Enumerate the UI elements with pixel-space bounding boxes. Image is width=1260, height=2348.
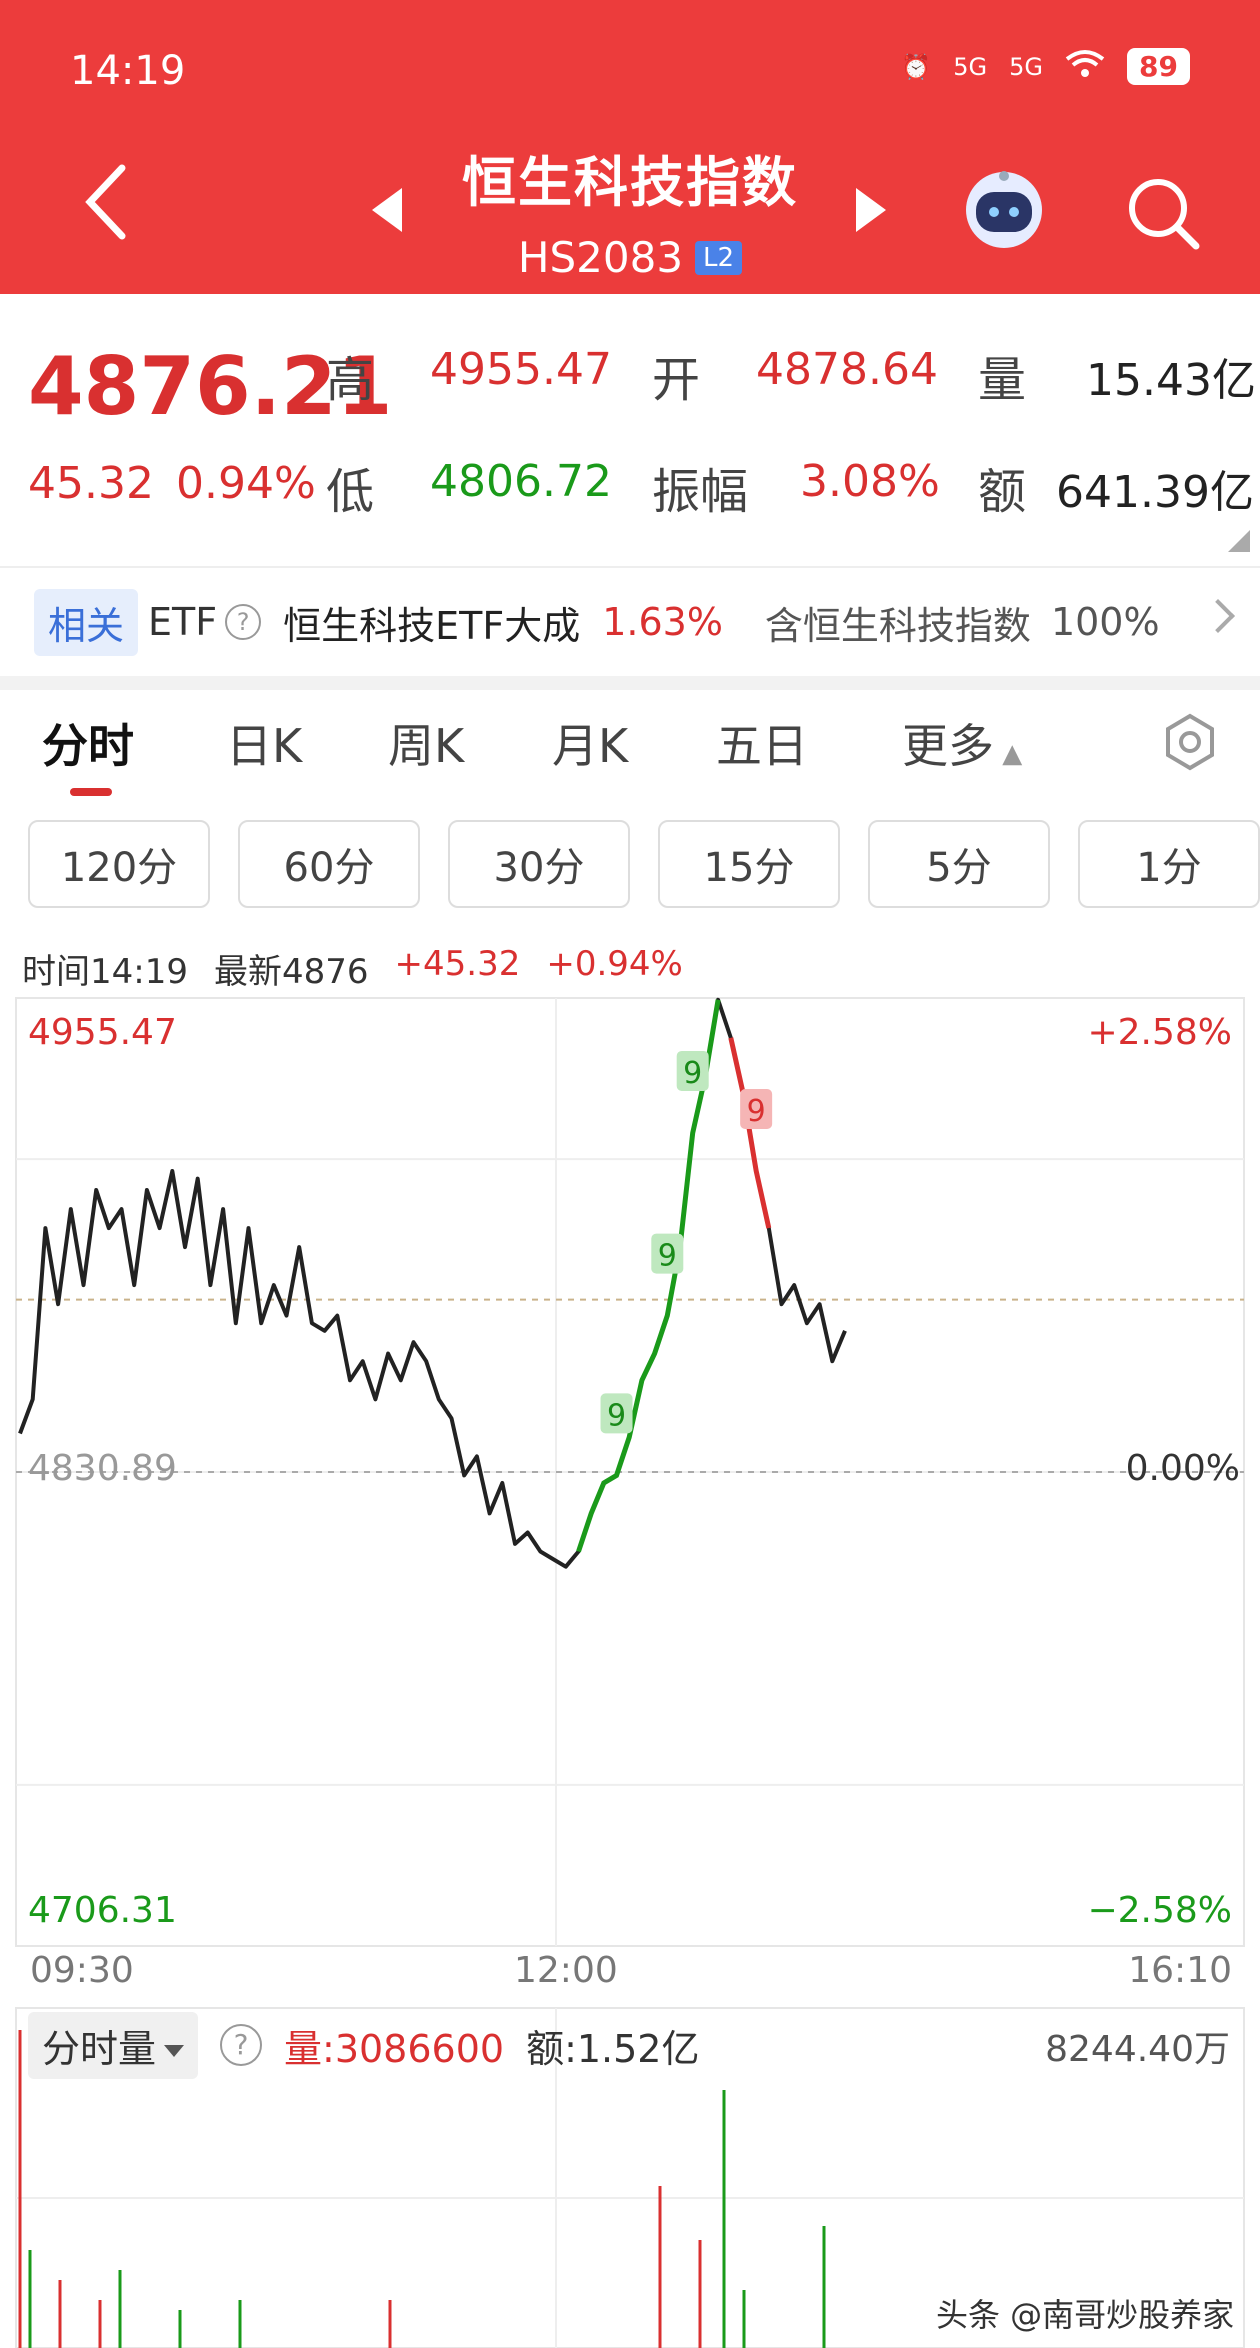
downtrend-segment: [728, 1037, 772, 1229]
chart-base-pct: 0.00%: [1125, 1448, 1240, 1489]
signal-markers: 9 9 9 9: [600, 1050, 773, 1434]
chart-top-price: 4955.47: [28, 1012, 177, 1053]
volume-selector[interactable]: 分时量: [28, 2011, 199, 2079]
chart-base-price: 4830.89: [28, 1448, 177, 1489]
intraday-chart[interactable]: 9 9 9 9: [0, 0, 1260, 2348]
time-tick-open: 09:30: [30, 1950, 134, 1991]
volume-header: 分时量 ? 量:3086600 额:1.52亿: [28, 2011, 700, 2079]
chevron-down-icon: [164, 2045, 185, 2057]
volume-amount: 量:3086600: [284, 2026, 505, 2071]
volume-turnover: 额:1.52亿: [526, 2026, 700, 2071]
volume-help-icon[interactable]: ?: [220, 2024, 263, 2066]
chart-bottom-pct: −2.58%: [1087, 1890, 1232, 1931]
signal-label: 9: [683, 1056, 702, 1091]
time-tick-close: 16:10: [1128, 1950, 1232, 1991]
volume-max: 8244.40万: [1045, 2029, 1230, 2070]
signal-label: 9: [658, 1239, 677, 1274]
time-tick-noon: 12:00: [514, 1950, 618, 1991]
chart-grid: [15, 997, 1245, 1947]
chart-bottom-price: 4706.31: [28, 1890, 177, 1931]
volume-selector-label: 分时量: [42, 2026, 157, 2071]
signal-label: 9: [747, 1094, 766, 1129]
source-watermark: 头条 @南哥炒股养家: [936, 2296, 1235, 2334]
signal-label: 9: [607, 1398, 626, 1433]
chart-top-pct: +2.58%: [1087, 1012, 1232, 1053]
